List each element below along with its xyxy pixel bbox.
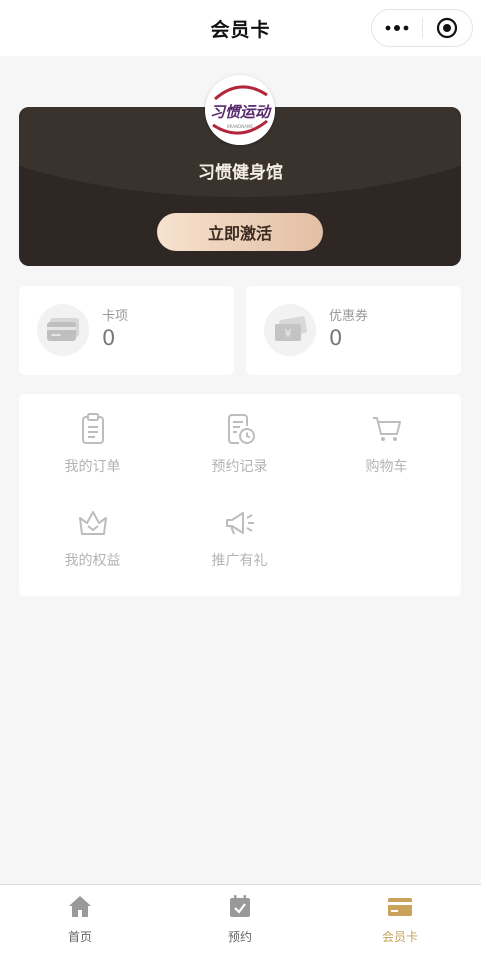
menu-label: 我的订单 — [64, 459, 121, 475]
menu-grid: 我的订单 预约记录 购物车 我的权益 推广有礼 — [19, 394, 461, 596]
tab-label: 预约 — [227, 930, 252, 944]
logo-text: 习惯运动 — [210, 103, 272, 121]
more-button[interactable] — [372, 10, 422, 46]
tab-booking[interactable]: 预约 — [160, 885, 320, 962]
menu-item-referral[interactable]: 推广有礼 — [166, 488, 313, 578]
logo-subtext: BRANDNAME — [227, 124, 253, 129]
stat-label: 卡项 — [102, 309, 129, 324]
stat-icon-circle — [37, 304, 89, 356]
menu-label: 我的权益 — [64, 553, 121, 569]
gym-name: 习惯健身馆 — [198, 163, 283, 183]
member-card-icon — [388, 898, 412, 916]
tab-label: 首页 — [67, 930, 92, 944]
clipboard-icon — [81, 413, 104, 444]
gym-logo: 习惯运动 BRANDNAME — [205, 75, 275, 145]
tab-home[interactable]: 首页 — [0, 885, 160, 962]
booking-record-icon — [227, 414, 255, 444]
calendar-check-icon — [230, 895, 250, 917]
menu-item-benefits[interactable]: 我的权益 — [19, 488, 166, 578]
miniprogram-capsule — [371, 9, 473, 47]
card-items-stat[interactable]: 卡项 0 — [19, 286, 234, 375]
activate-button[interactable]: 立即激活 — [157, 213, 323, 251]
menu-item-cart[interactable]: 购物车 — [313, 394, 460, 484]
menu-item-booking-records[interactable]: 预约记录 — [166, 394, 313, 484]
crown-icon — [78, 511, 107, 535]
cart-icon — [372, 417, 401, 441]
card-icon — [47, 318, 79, 341]
home-icon — [69, 896, 91, 917]
bottom-tab-bar: 首页 预约 会员卡 — [0, 884, 481, 962]
coupons-stat[interactable]: ¥ 优惠券 0 — [246, 286, 461, 375]
close-button[interactable] — [422, 10, 472, 46]
menu-item-orders[interactable]: 我的订单 — [19, 394, 166, 484]
svg-text:¥: ¥ — [285, 327, 292, 340]
target-close-icon — [437, 17, 458, 39]
menu-label: 购物车 — [365, 459, 408, 475]
stat-label: 优惠券 — [329, 309, 369, 324]
page-title: 会员卡 — [210, 18, 271, 41]
menu-label: 推广有礼 — [211, 553, 268, 569]
nav-header: 会员卡 — [0, 0, 481, 56]
megaphone-icon — [225, 512, 254, 535]
more-dots-icon — [385, 25, 409, 31]
stat-value: 0 — [102, 326, 116, 350]
tab-label: 会员卡 — [381, 930, 418, 944]
stat-icon-circle: ¥ — [264, 304, 316, 356]
stat-value: 0 — [329, 326, 343, 350]
tab-member-card[interactable]: 会员卡 — [320, 885, 480, 962]
menu-label: 预约记录 — [211, 459, 268, 475]
coupon-icon: ¥ — [275, 316, 307, 341]
